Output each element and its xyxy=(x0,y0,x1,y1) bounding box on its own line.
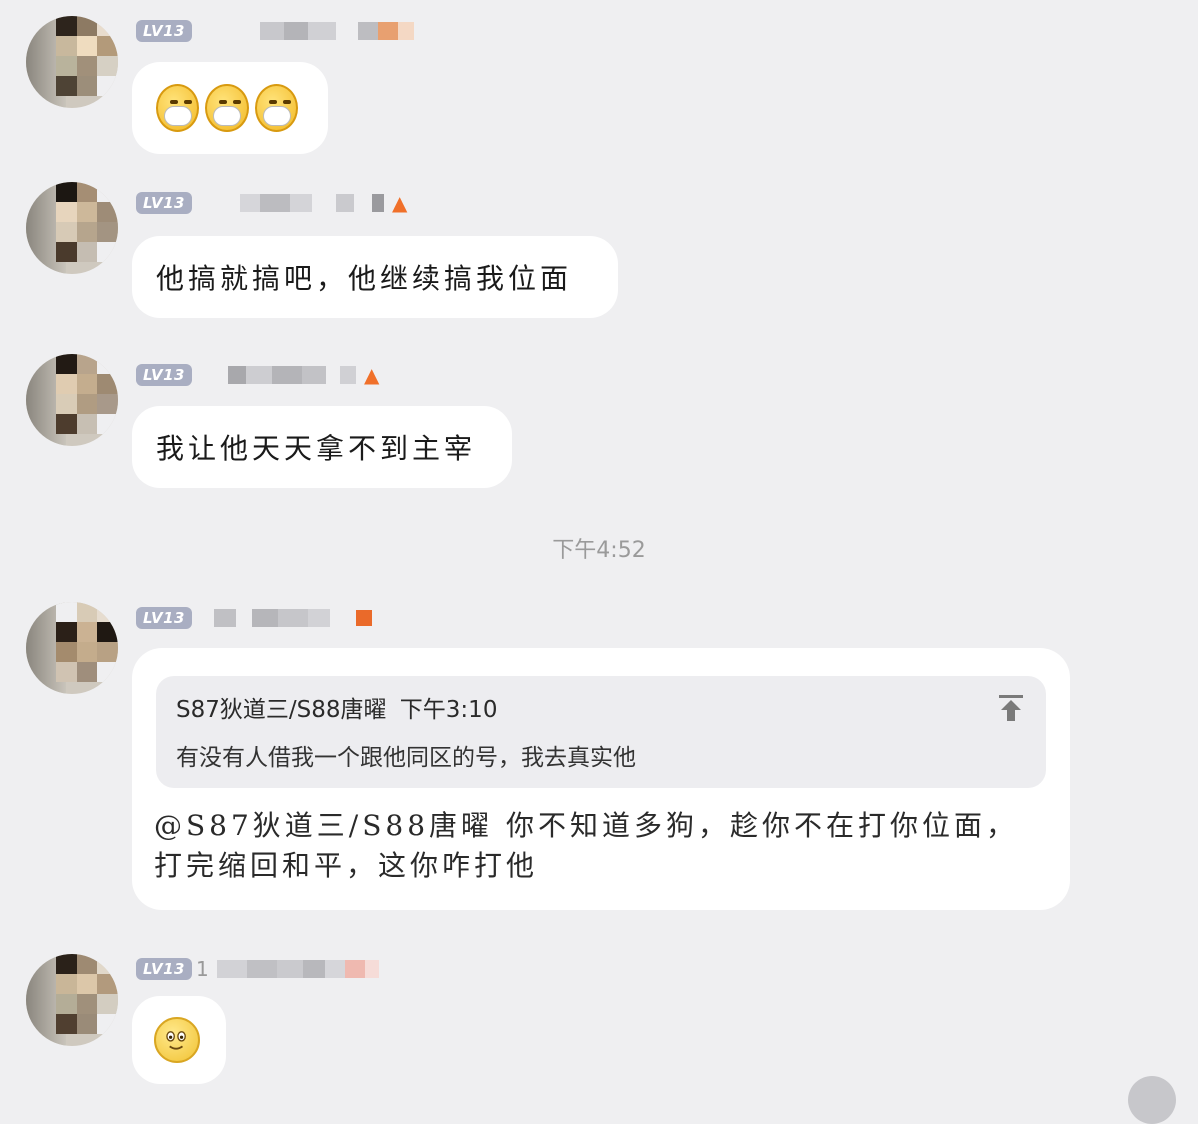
avatar[interactable] xyxy=(26,354,118,446)
quote-author: S87狄道三/S88唐曜 xyxy=(176,697,387,723)
message-bubble[interactable]: 他搞就搞吧，他继续搞我位面 xyxy=(132,236,618,318)
avatar[interactable] xyxy=(26,602,118,694)
level-badge: LV13 xyxy=(136,20,192,42)
mask-face-emoji xyxy=(205,84,249,132)
avatar[interactable] xyxy=(26,954,118,1046)
quote-header: S87狄道三/S88唐曜 下午3:10 xyxy=(176,690,1026,724)
avatar[interactable] xyxy=(26,182,118,274)
blurred-name xyxy=(213,609,348,627)
avatar[interactable] xyxy=(26,16,118,108)
message-bubble[interactable] xyxy=(132,996,226,1084)
blurred-name xyxy=(259,22,414,40)
sender-name-bar: LV13 ▲ xyxy=(136,190,407,216)
level-badge: LV13 xyxy=(136,192,192,214)
sender-name-bar: LV13 1 xyxy=(136,956,379,982)
blurred-name xyxy=(216,960,379,978)
blurred-name xyxy=(239,194,384,212)
flame-icon xyxy=(355,610,372,626)
quoted-message[interactable]: S87狄道三/S88唐曜 下午3:10 有没有人借我一个跟他同区的号，我去真实他 xyxy=(156,676,1046,788)
message-bubble[interactable]: 我让他天天拿不到主宰 xyxy=(132,406,512,488)
level-badge: LV13 xyxy=(136,607,192,629)
message-text: 我让他天天拿不到主宰 xyxy=(156,432,477,465)
level-badge: LV13 xyxy=(136,958,192,980)
mask-face-emoji xyxy=(254,84,298,132)
jump-to-top-icon[interactable] xyxy=(998,694,1024,722)
chat-timestamp: 下午4:52 xyxy=(552,538,646,563)
message-text: 他搞就搞吧，他继续搞我位面 xyxy=(156,262,573,295)
sender-name-bar: LV13 xyxy=(136,605,372,631)
quote-text: 有没有人借我一个跟他同区的号，我去真实他 xyxy=(176,745,636,771)
reply-text: @S87狄道三/S88唐曜 你不知道多狗，趁你不在打你位面，打完缩回和平，这你咋… xyxy=(154,809,1018,882)
level-badge: LV13 xyxy=(136,364,192,386)
quote-time: 下午3:10 xyxy=(399,697,498,723)
flame-icon: ▲ xyxy=(391,191,408,215)
blurred-name xyxy=(227,366,356,384)
flame-icon: ▲ xyxy=(363,363,380,387)
sender-name-bar: LV13 xyxy=(136,18,414,44)
smile-emoji xyxy=(154,1017,200,1063)
scroll-down-button[interactable] xyxy=(1128,1076,1176,1124)
sender-name-prefix: 1 xyxy=(195,957,209,981)
message-bubble[interactable] xyxy=(132,62,328,154)
sender-name-bar: LV13 ▲ xyxy=(136,362,379,388)
mask-face-emoji xyxy=(156,84,200,132)
